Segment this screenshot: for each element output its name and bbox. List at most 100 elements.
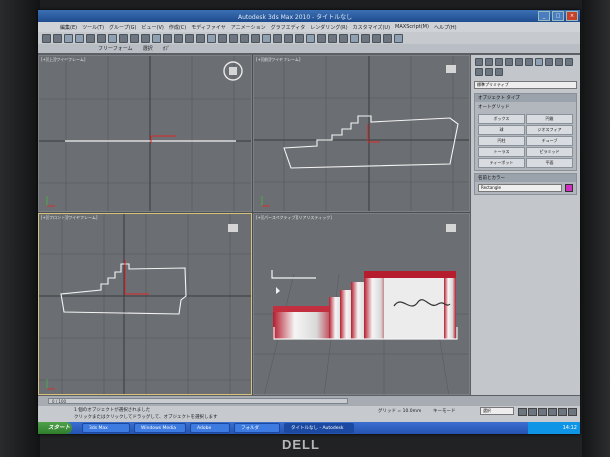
- tube-button[interactable]: チューブ: [526, 136, 573, 146]
- graphite-icon[interactable]: [317, 33, 326, 43]
- render-production-icon[interactable]: [383, 33, 392, 43]
- utilities-tab-icon[interactable]: [525, 58, 533, 66]
- named-selection-icon[interactable]: [273, 33, 282, 43]
- menu-help[interactable]: ヘルプ(H): [434, 24, 457, 31]
- ribbon-tab-object[interactable]: ｵﾌﾞ: [163, 45, 171, 52]
- link-icon[interactable]: [64, 33, 73, 43]
- rotate-icon[interactable]: [163, 33, 172, 43]
- cameras-icon[interactable]: [565, 58, 573, 66]
- spinner-snap-icon[interactable]: [262, 33, 271, 43]
- taskbar-item[interactable]: 3ds Max: [82, 423, 130, 433]
- pyramid-button[interactable]: ピラミッド: [526, 147, 573, 157]
- torus-button[interactable]: トーラス: [478, 147, 525, 157]
- start-button[interactable]: スタート: [38, 422, 72, 434]
- maximize-button[interactable]: □: [552, 11, 564, 21]
- scale-icon[interactable]: [174, 33, 183, 43]
- zoom-extents-icon[interactable]: [568, 408, 577, 416]
- systems-icon[interactable]: [495, 68, 503, 76]
- select-by-name-icon[interactable]: [119, 33, 128, 43]
- menu-edit[interactable]: 編集(E): [60, 24, 77, 31]
- shapes-icon[interactable]: [545, 58, 553, 66]
- geometry-icon[interactable]: [535, 58, 543, 66]
- snap-icon[interactable]: [229, 33, 238, 43]
- menu-graph-editors[interactable]: グラフエディタ: [271, 24, 306, 31]
- object-name-field[interactable]: Rectangle: [478, 184, 562, 192]
- menu-rendering[interactable]: レンダリング(R): [310, 24, 347, 31]
- play-icon[interactable]: [538, 408, 547, 416]
- move-icon[interactable]: [152, 33, 161, 43]
- key-filter-dropdown[interactable]: 選択: [480, 407, 514, 415]
- mirror-icon[interactable]: [284, 33, 293, 43]
- box-button[interactable]: ボックス: [478, 114, 525, 124]
- viewport-perspective[interactable]: [+][パースペクティブ][リアリスティック]: [253, 213, 470, 395]
- viewport-front[interactable]: [+][前][ワイヤフレーム]: [253, 55, 470, 212]
- reference-coord-icon[interactable]: [185, 33, 194, 43]
- viewport-top[interactable]: [+][上][ワイヤフレーム]: [38, 55, 252, 212]
- time-slider[interactable]: 0 / 100: [48, 398, 348, 404]
- rect-region-icon[interactable]: [130, 33, 139, 43]
- select-icon[interactable]: [108, 33, 117, 43]
- go-to-start-icon[interactable]: [518, 408, 527, 416]
- menu-maxscript[interactable]: MAXScript(M): [395, 24, 429, 30]
- menu-view[interactable]: ビュー(V): [142, 24, 164, 31]
- viewport-left[interactable]: [+][フロント][ワイヤフレーム]: [38, 213, 252, 395]
- keyboard-shortcut-icon[interactable]: [218, 33, 227, 43]
- menu-group[interactable]: グループ(G): [109, 24, 136, 31]
- ribbon-tab-selection[interactable]: 選択: [143, 45, 153, 52]
- taskbar-item[interactable]: Adobe: [190, 423, 230, 433]
- go-to-end-icon[interactable]: [558, 408, 567, 416]
- name-color-header[interactable]: 名前とカラー: [475, 174, 576, 182]
- menu-tools[interactable]: ツール(T): [82, 24, 104, 31]
- space-warps-icon[interactable]: [485, 68, 493, 76]
- motion-tab-icon[interactable]: [505, 58, 513, 66]
- pivot-icon[interactable]: [196, 33, 205, 43]
- teapot-icon[interactable]: [394, 33, 403, 43]
- viewcube-icon[interactable]: [446, 65, 456, 73]
- previous-frame-icon[interactable]: [528, 408, 537, 416]
- align-icon[interactable]: [295, 33, 304, 43]
- cone-button[interactable]: 円錐: [526, 114, 573, 124]
- primitive-type-dropdown[interactable]: 標準プリミティブ: [474, 81, 577, 89]
- selection-filter-icon[interactable]: [97, 33, 106, 43]
- percent-snap-icon[interactable]: [251, 33, 260, 43]
- window-crossing-icon[interactable]: [141, 33, 150, 43]
- ribbon-tab-freeform[interactable]: フリーフォーム: [98, 45, 133, 52]
- hierarchy-tab-icon[interactable]: [495, 58, 503, 66]
- geosphere-button[interactable]: ジオスフィア: [526, 125, 573, 135]
- teapot-button[interactable]: ティーポット: [478, 158, 525, 168]
- taskbar-item[interactable]: タイトルなし - Autodesk: [284, 423, 354, 433]
- layer-manager-icon[interactable]: [306, 33, 315, 43]
- helpers-icon[interactable]: [475, 68, 483, 76]
- bind-icon[interactable]: [86, 33, 95, 43]
- next-frame-icon[interactable]: [548, 408, 557, 416]
- material-editor-icon[interactable]: [350, 33, 359, 43]
- cylinder-button[interactable]: 円柱: [478, 136, 525, 146]
- curve-editor-icon[interactable]: [328, 33, 337, 43]
- render-setup-icon[interactable]: [361, 33, 370, 43]
- rendered-frame-icon[interactable]: [372, 33, 381, 43]
- taskbar-item[interactable]: フォルダ: [234, 423, 280, 433]
- undo-icon[interactable]: [42, 33, 51, 43]
- plane-button[interactable]: 平面: [526, 158, 573, 168]
- autogrid-checkbox[interactable]: オートグリッド: [478, 104, 510, 110]
- unlink-icon[interactable]: [75, 33, 84, 43]
- lights-icon[interactable]: [555, 58, 563, 66]
- menu-modifiers[interactable]: モディファイヤ: [191, 24, 226, 31]
- menu-create[interactable]: 作成(C): [169, 24, 186, 31]
- display-tab-icon[interactable]: [515, 58, 523, 66]
- taskbar-item[interactable]: Windows Media: [134, 423, 186, 433]
- menu-animation[interactable]: アニメーション: [231, 24, 266, 31]
- viewcube-icon[interactable]: [228, 224, 238, 232]
- viewcube-icon[interactable]: [446, 224, 456, 232]
- menu-customize[interactable]: カスタマイズ(U): [353, 24, 390, 31]
- manipulate-icon[interactable]: [207, 33, 216, 43]
- redo-icon[interactable]: [53, 33, 62, 43]
- sphere-button[interactable]: 球: [478, 125, 525, 135]
- schematic-view-icon[interactable]: [339, 33, 348, 43]
- close-button[interactable]: ×: [566, 11, 578, 21]
- minimize-button[interactable]: _: [538, 11, 550, 21]
- create-tab-icon[interactable]: [475, 58, 483, 66]
- angle-snap-icon[interactable]: [240, 33, 249, 43]
- modify-tab-icon[interactable]: [485, 58, 493, 66]
- object-type-header[interactable]: オブジェクト タイプ: [475, 94, 576, 102]
